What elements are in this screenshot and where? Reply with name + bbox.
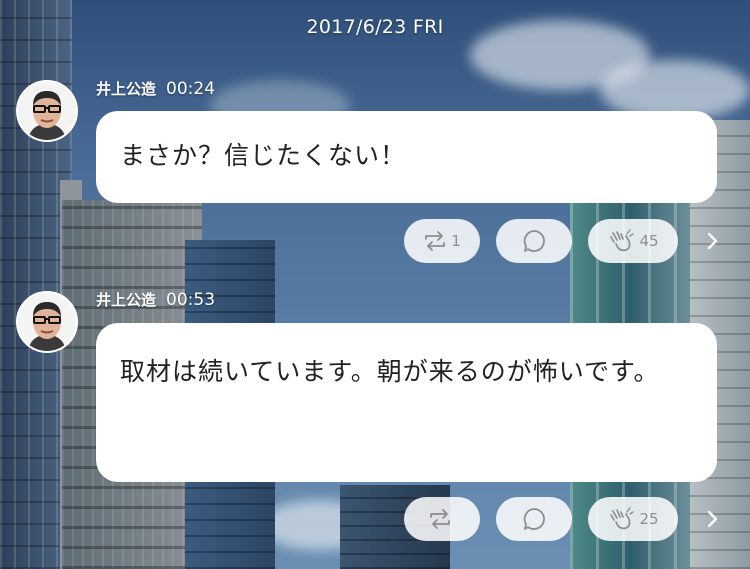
avatar[interactable] [16, 291, 78, 353]
comment-icon [523, 508, 545, 530]
repost-count: 1 [451, 232, 461, 250]
repost-button[interactable] [404, 497, 480, 541]
user-face-icon [18, 293, 76, 351]
chevron-right-icon [707, 232, 718, 250]
user-face-icon [18, 82, 76, 140]
message-text: 取材は続いています。朝が来るのが怖いです。 [120, 357, 660, 386]
message-text: まさか？信じたくない！ [120, 141, 407, 170]
post-time: 00:24 [166, 79, 216, 99]
avatar[interactable] [16, 80, 78, 142]
repost-button[interactable]: 1 [404, 219, 480, 263]
author-name[interactable]: 井上公造 [96, 291, 156, 309]
post-meta: 井上公造 00:24 [96, 78, 215, 99]
clap-count: 45 [639, 232, 659, 250]
message-bubble: 取材は続いています。朝が来るのが怖いです。 [96, 323, 717, 482]
comment-button[interactable] [496, 497, 572, 541]
clap-button[interactable]: 45 [588, 219, 678, 263]
post-actions: 25 [404, 497, 750, 541]
post-actions: 1 45 [404, 219, 750, 263]
clap-button[interactable]: 25 [588, 497, 678, 541]
comment-icon [523, 230, 545, 252]
clap-icon [610, 507, 635, 530]
comment-button[interactable] [496, 219, 572, 263]
post-meta: 井上公造 00:53 [96, 289, 215, 310]
message-bubble: まさか？信じたくない！ [96, 111, 717, 203]
repost-icon [425, 231, 446, 251]
date-header: 2017/6/23 FRI [306, 16, 444, 38]
more-button[interactable] [700, 229, 724, 253]
clap-count: 25 [639, 510, 659, 528]
more-button[interactable] [700, 507, 724, 531]
chevron-right-icon [707, 510, 718, 528]
author-name[interactable]: 井上公造 [96, 80, 156, 98]
repost-icon [430, 509, 450, 529]
post-time: 00:53 [166, 290, 216, 310]
clap-icon [610, 229, 635, 252]
